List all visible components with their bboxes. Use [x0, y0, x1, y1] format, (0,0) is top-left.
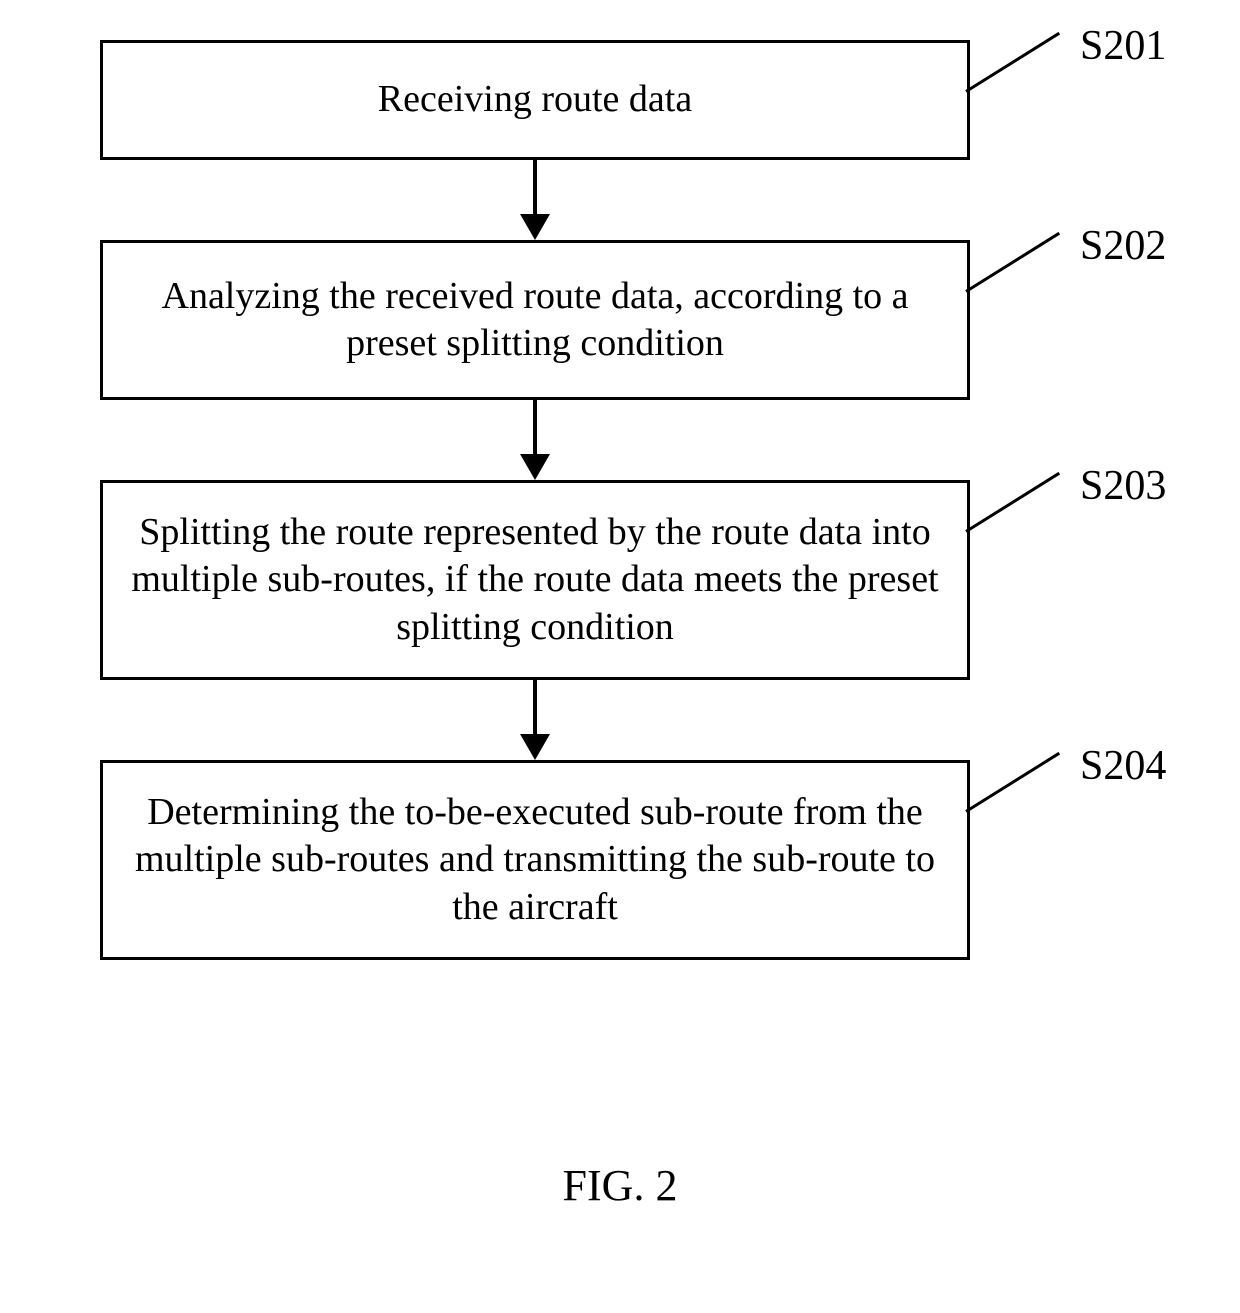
- arrow-2: [100, 400, 970, 480]
- step-label-2: S202: [1080, 222, 1166, 270]
- connector-line-icon: [965, 32, 1060, 93]
- arrow-head-icon: [520, 214, 550, 240]
- flowchart: Receiving route data S201 Analyzing the …: [100, 40, 1140, 960]
- step-row-2: Analyzing the received route data, accor…: [100, 240, 1140, 400]
- process-box-4: Determining the to-be-executed sub-route…: [100, 760, 970, 960]
- arrow-shaft-icon: [533, 160, 537, 216]
- process-text-4: Determining the to-be-executed sub-route…: [123, 789, 947, 932]
- step-row-1: Receiving route data S201: [100, 40, 1140, 160]
- step-row-3: Splitting the route represented by the r…: [100, 480, 1140, 680]
- connector-line-icon: [965, 752, 1060, 813]
- process-box-2: Analyzing the received route data, accor…: [100, 240, 970, 400]
- connector-line-icon: [965, 232, 1060, 293]
- step-label-4: S204: [1080, 742, 1166, 790]
- arrow-head-icon: [520, 734, 550, 760]
- step-label-1: S201: [1080, 22, 1166, 70]
- arrow-1: [100, 160, 970, 240]
- process-text-1: Receiving route data: [378, 76, 692, 124]
- step-label-3: S203: [1080, 462, 1166, 510]
- process-box-1: Receiving route data: [100, 40, 970, 160]
- arrow-shaft-icon: [533, 400, 537, 456]
- figure-caption: FIG. 2: [0, 1160, 1240, 1211]
- step-row-4: Determining the to-be-executed sub-route…: [100, 760, 1140, 960]
- process-text-3: Splitting the route represented by the r…: [123, 509, 947, 652]
- arrow-3: [100, 680, 970, 760]
- process-box-3: Splitting the route represented by the r…: [100, 480, 970, 680]
- arrow-head-icon: [520, 454, 550, 480]
- process-text-2: Analyzing the received route data, accor…: [123, 273, 947, 368]
- connector-line-icon: [965, 472, 1060, 533]
- arrow-shaft-icon: [533, 680, 537, 736]
